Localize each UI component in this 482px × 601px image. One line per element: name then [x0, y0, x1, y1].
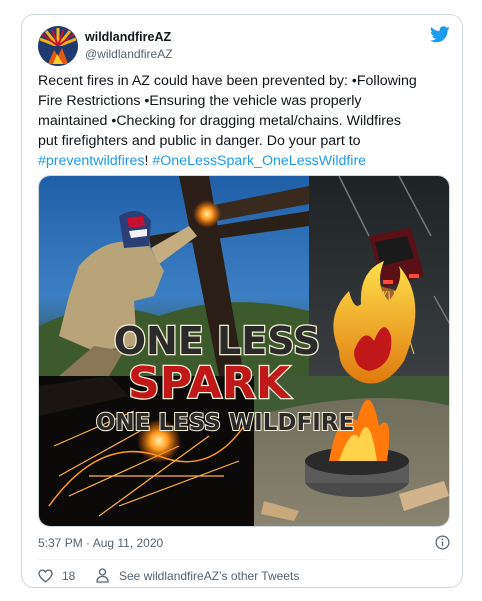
tweet-timestamp[interactable]: 5:37 PM · Aug 11, 2020 [38, 536, 163, 550]
heart-icon[interactable] [38, 569, 53, 583]
person-icon [96, 568, 109, 583]
media-tagline: ONE LESS WILDFIRE [96, 410, 354, 436]
media-highlight: SPARK [128, 358, 292, 409]
tweet-text: Recent fires in AZ could have been preve… [38, 71, 450, 171]
tweet-media[interactable]: ONE LESS SPARK ONE LESS WILDFIRE [38, 175, 450, 527]
tweet-card: wildlandfireAZ @wildlandfireAZ Recent fi… [21, 14, 463, 588]
like-count[interactable]: 18 [62, 569, 75, 583]
media-headline: ONE LESS [114, 319, 321, 363]
avatar[interactable] [38, 26, 78, 66]
author-handle[interactable]: @wildlandfireAZ [85, 47, 173, 61]
hashtag-link[interactable]: #OneLessSpark_OneLessWildfire [152, 153, 366, 169]
hashtag-link[interactable]: #preventwildfires [38, 153, 144, 169]
other-tweets-link[interactable]: See wildlandfireAZ’s other Tweets [119, 569, 299, 583]
tweet-text-line: Fire Restrictions •Ensuring the vehicle … [38, 93, 362, 109]
twitter-bird-icon[interactable] [430, 26, 450, 43]
tweet-text-line: Recent fires in AZ could have been preve… [38, 73, 417, 89]
divider [38, 559, 446, 560]
media-image: ONE LESS SPARK ONE LESS WILDFIRE [39, 176, 449, 526]
info-icon[interactable] [435, 535, 450, 550]
author-name[interactable]: wildlandfireAZ [85, 30, 171, 44]
tweet-text-line: #preventwildfires! #OneLessSpark_OneLess… [38, 151, 450, 171]
tweet-text-line: maintained •Checking for dragging metal/… [38, 113, 401, 129]
avatar-logo [38, 26, 78, 66]
tweet-text-line: put firefighters and public in danger. D… [38, 133, 361, 149]
